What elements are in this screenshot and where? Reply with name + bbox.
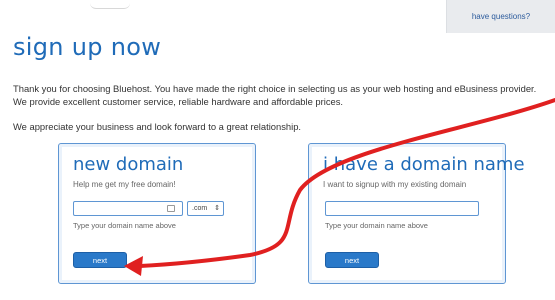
- intro-line-1: Thank you for choosing Bluehost. You hav…: [13, 83, 537, 94]
- new-domain-title: new domain: [73, 154, 184, 175]
- select-arrows-icon: ⇕: [214, 205, 220, 212]
- intro-line-2: We provide excellent customer service, r…: [13, 96, 344, 107]
- existing-domain-subtitle: I want to signup with my existing domain: [323, 180, 467, 189]
- page-title: sign up now: [13, 33, 162, 61]
- top-tab-edge: [90, 0, 130, 9]
- existing-domain-input[interactable]: [325, 201, 479, 216]
- tld-select[interactable]: .com ⇕: [187, 201, 224, 216]
- new-domain-next-button[interactable]: next: [73, 252, 127, 268]
- existing-domain-helper: Type your domain name above: [325, 221, 428, 230]
- have-questions-link[interactable]: have questions?: [446, 0, 555, 33]
- tld-selected-value: .com: [192, 205, 208, 212]
- intro-line-3: We appreciate your business and look for…: [13, 121, 302, 132]
- existing-domain-title: i have a domain name: [323, 154, 525, 175]
- existing-domain-next-button[interactable]: next: [325, 252, 379, 268]
- new-domain-subtitle: Help me get my free domain!: [73, 180, 176, 189]
- intro-text: Thank you for choosing Bluehost. You hav…: [13, 82, 555, 133]
- new-domain-helper: Type your domain name above: [73, 221, 176, 230]
- new-domain-card: new domain Help me get my free domain! .…: [58, 143, 256, 284]
- contact-card-icon: [167, 205, 175, 212]
- existing-domain-card: i have a domain name I want to signup wi…: [308, 143, 525, 284]
